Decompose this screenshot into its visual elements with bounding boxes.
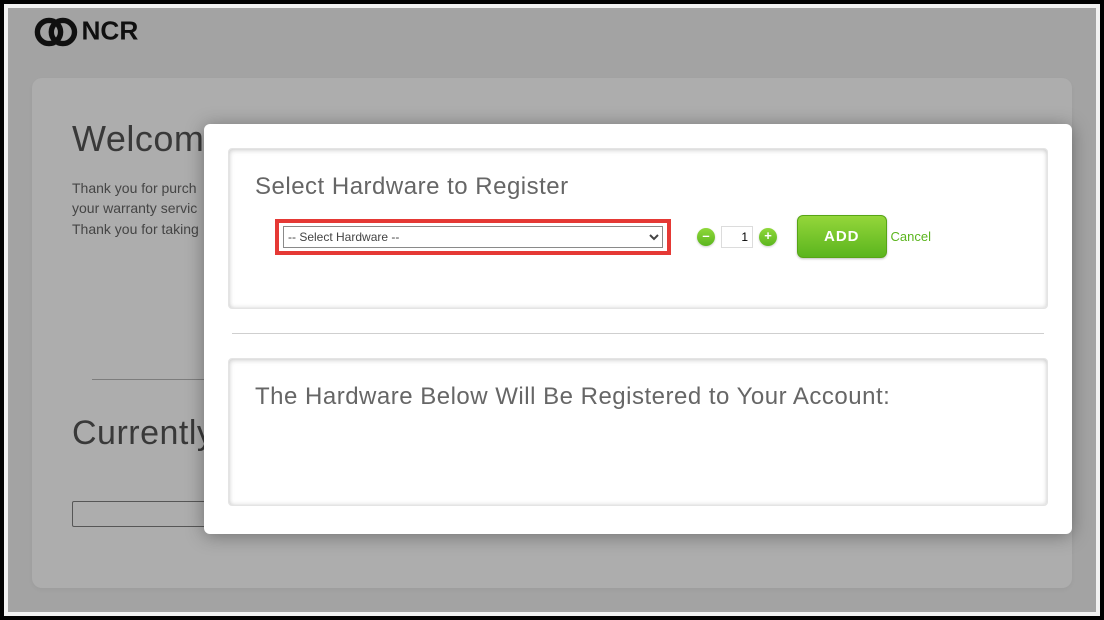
add-button[interactable]: ADD: [797, 215, 887, 258]
cancel-link[interactable]: Cancel: [891, 229, 931, 244]
select-hardware-panel: Select Hardware to Register -- Select Ha…: [228, 148, 1048, 309]
pending-hardware-title: The Hardware Below Will Be Registered to…: [255, 383, 1021, 411]
select-hardware-title: Select Hardware to Register: [255, 173, 1021, 201]
register-hardware-modal: Select Hardware to Register -- Select Ha…: [204, 124, 1072, 534]
minus-icon: –: [702, 229, 709, 242]
plus-icon: +: [764, 229, 772, 242]
hardware-dropdown[interactable]: -- Select Hardware --: [283, 226, 663, 248]
quantity-input[interactable]: [721, 226, 753, 248]
modal-divider: [232, 333, 1044, 334]
select-hardware-row: -- Select Hardware -- – + ADD Cancel: [255, 215, 1021, 258]
pending-hardware-panel: The Hardware Below Will Be Registered to…: [228, 358, 1048, 506]
increment-button[interactable]: +: [759, 228, 777, 246]
decrement-button[interactable]: –: [697, 228, 715, 246]
dropdown-highlight: -- Select Hardware --: [275, 219, 671, 255]
quantity-stepper: – +: [697, 226, 777, 248]
